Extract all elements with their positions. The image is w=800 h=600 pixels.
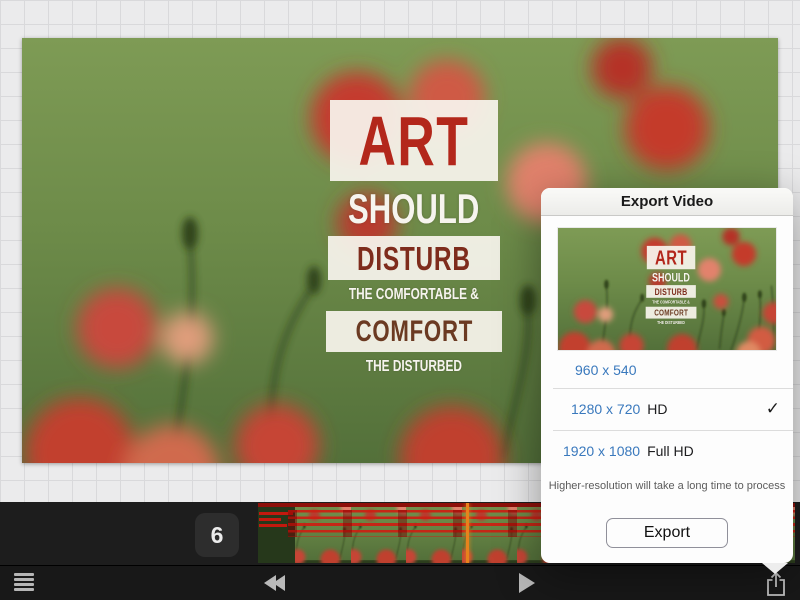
playhead[interactable] bbox=[466, 503, 469, 563]
canvas-title-overlay: ART SHOULD DISTURB THE COMFORTABLE & COM… bbox=[306, 100, 522, 375]
menu-button[interactable] bbox=[14, 573, 38, 593]
export-button[interactable]: Export bbox=[606, 518, 728, 548]
title-line-should: SHOULD bbox=[348, 188, 479, 230]
play-button[interactable] bbox=[519, 573, 537, 593]
share-icon bbox=[763, 570, 789, 598]
export-video-thumbnail: ART SHOULD DISTURB THE COMFORTABLE & COM… bbox=[558, 228, 776, 350]
share-button[interactable] bbox=[763, 570, 789, 598]
export-popover: Export Video ART SHOULD DISTURB THE COMF… bbox=[541, 188, 793, 563]
title-line-comfort: COMFORT bbox=[355, 317, 472, 347]
title-line-comfortable: THE COMFORTABLE & bbox=[349, 287, 479, 303]
rewind-button[interactable] bbox=[264, 574, 294, 592]
title-line-disturb: DISTURB bbox=[357, 242, 471, 275]
title-line-comfort-box: COMFORT bbox=[326, 311, 503, 352]
title-line-disturbed: THE DISTURBED bbox=[366, 359, 462, 375]
resolution-option-1920x1080[interactable]: 1920 x 1080 Full HD bbox=[541, 430, 793, 472]
title-line-disturb-box: DISTURB bbox=[328, 236, 500, 280]
popover-title: Export Video bbox=[621, 193, 713, 210]
page-background: ART SHOULD DISTURB THE COMFORTABLE & COM… bbox=[0, 0, 800, 600]
play-icon bbox=[519, 573, 535, 593]
clip-count-badge[interactable]: 6 bbox=[195, 513, 239, 557]
resolution-note: Higher-resolution will take a long time … bbox=[541, 480, 793, 492]
title-line-art-box: ART bbox=[330, 100, 498, 181]
menu-icon bbox=[14, 573, 34, 576]
bottom-toolbar bbox=[0, 565, 800, 600]
resolution-option-1280x720[interactable]: 1280 x 720 HD ✓ bbox=[541, 388, 793, 430]
resolution-option-960x540[interactable]: 960 x 540 bbox=[541, 351, 793, 388]
popover-header: Export Video bbox=[541, 188, 793, 216]
title-line-art: ART bbox=[359, 106, 470, 176]
popover-arrow bbox=[762, 563, 788, 574]
checkmark-icon: ✓ bbox=[766, 399, 780, 419]
